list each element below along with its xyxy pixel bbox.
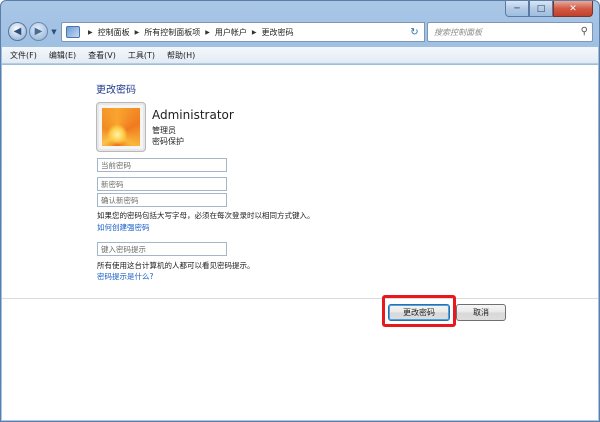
breadcrumb-item-control-panel[interactable]: 控制面板 [98,27,130,38]
back-button[interactable]: ◀ [8,22,27,41]
page-title: 更改密码 [96,85,136,96]
control-panel-icon [66,26,80,38]
minimize-icon: ─ [514,3,520,14]
address-bar[interactable]: ▶ 控制面板 ▶ 所有控制面板项 ▶ 用户帐户 ▶ 更改密码 ▼ [61,22,423,42]
recent-pages-dropdown[interactable]: ▼ [49,27,59,37]
caption-buttons: ─ □ ✕ [505,1,593,17]
breadcrumb-separator-icon[interactable]: ▶ [135,29,140,36]
search-icon[interactable]: ⚲ [581,26,588,37]
user-role: 管理员 [152,126,176,135]
menu-tools[interactable]: 工具(T) [128,50,155,61]
strong-password-link[interactable]: 如何创建强密码 [97,222,150,233]
cancel-button[interactable]: 取消 [456,304,506,321]
confirm-password-field[interactable] [97,193,227,207]
avatar [97,103,145,151]
menu-file[interactable]: 文件(F) [10,50,37,61]
navigation-bar: ◀ ▶ ▼ ▶ 控制面板 ▶ 所有控制面板项 ▶ 用户帐户 ▶ 更改密码 ▼ ↻… [5,19,595,45]
content-pane: 更改密码 Administrator 管理员 密码保护 如果您的密码包括大写字母… [2,65,598,420]
current-password-field[interactable] [97,158,227,172]
user-protection-status: 密码保护 [152,137,184,146]
search-input[interactable] [434,27,574,37]
password-hint-field[interactable] [97,242,227,256]
breadcrumb-item-change-password[interactable]: 更改密码 [262,27,294,38]
maximize-icon: □ [536,3,546,14]
maximize-button[interactable]: □ [529,1,553,17]
hint-visibility-note: 所有使用这台计算机的人都可以看见密码提示。 [97,261,255,270]
breadcrumb: ▶ 控制面板 ▶ 所有控制面板项 ▶ 用户帐户 ▶ 更改密码 [83,27,294,38]
close-icon: ✕ [569,3,577,14]
back-arrow-icon: ◀ [13,26,22,37]
breadcrumb-separator-icon[interactable]: ▶ [205,29,210,36]
flower-picture-icon [102,108,140,146]
change-password-button[interactable]: 更改密码 [388,304,450,321]
breadcrumb-separator-icon[interactable]: ▶ [252,29,257,36]
minimize-button[interactable]: ─ [505,1,529,17]
breadcrumb-separator-icon: ▶ [88,28,93,36]
control-panel-window: ─ □ ✕ ◀ ▶ ▼ ▶ 控制面板 ▶ 所有控制面板项 ▶ 用户帐户 ▶ 更改… [0,0,600,422]
password-hint-help-link[interactable]: 密码提示是什么? [97,271,153,282]
breadcrumb-item-all-items[interactable]: 所有控制面板项 [144,27,200,38]
menu-help[interactable]: 帮助(H) [167,50,195,61]
forward-arrow-icon: ▶ [34,26,43,37]
forward-button[interactable]: ▶ [29,22,48,41]
refresh-icon: ↻ [410,26,419,38]
menu-edit[interactable]: 编辑(E) [49,50,76,61]
user-name: Administrator [152,108,234,122]
new-password-field[interactable] [97,177,227,191]
menu-bar: 文件(F) 编辑(E) 查看(V) 工具(T) 帮助(H) [2,47,598,64]
close-button[interactable]: ✕ [553,1,593,17]
breadcrumb-item-user-accounts[interactable]: 用户帐户 [215,27,247,38]
menu-view[interactable]: 查看(V) [88,50,116,61]
divider [2,298,598,299]
search-box[interactable]: ⚲ [427,22,593,42]
caps-lock-note: 如果您的密码包括大写字母，必须在每次登录时以相同方式键入。 [97,211,315,220]
refresh-button[interactable]: ↻ [405,22,425,42]
